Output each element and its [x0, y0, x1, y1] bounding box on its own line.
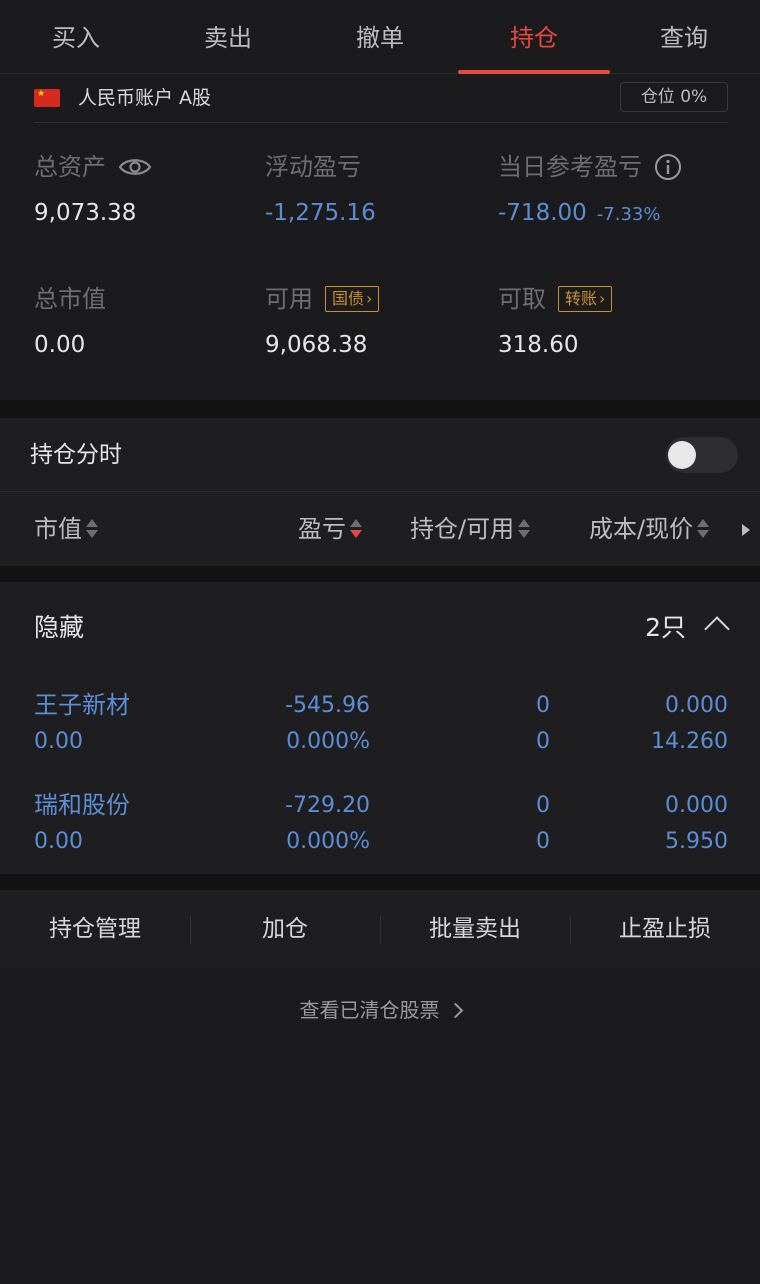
available-label: 可用: [265, 285, 313, 313]
sort-icon: [697, 518, 710, 540]
info-icon[interactable]: [654, 153, 682, 181]
section-separator: [0, 874, 760, 890]
sort-pnl[interactable]: 盈亏: [298, 514, 362, 544]
withdrawable-label: 可取: [498, 285, 546, 313]
chevron-right-icon: ›: [599, 289, 606, 308]
stock-cost: 0.000: [665, 793, 728, 818]
batch-sell-button[interactable]: 批量卖出: [380, 890, 570, 968]
chevron-up-icon[interactable]: [704, 616, 730, 642]
eye-icon[interactable]: [118, 156, 152, 178]
stock-pnl: -545.96: [285, 693, 370, 718]
tab-query[interactable]: 查询: [608, 0, 760, 74]
account-name: 人民币账户 A股: [78, 87, 212, 109]
stock-market-value: 0.00: [34, 729, 83, 754]
stock-available: 0: [536, 829, 550, 854]
floating-pnl-label: 浮动盈亏: [265, 153, 361, 181]
column-market-value-label: 市值: [34, 515, 82, 543]
account-row: ★ 人民币账户 A股 仓位 0%: [0, 74, 760, 122]
stock-holding: 0: [536, 693, 550, 718]
scroll-right-icon[interactable]: [742, 524, 750, 536]
tab-sell[interactable]: 卖出: [152, 0, 304, 74]
holdings-action-bar: 持仓管理 加仓 批量卖出 止盈止损: [0, 890, 760, 968]
sort-icon: [518, 518, 531, 540]
transfer-label: 转账: [565, 289, 598, 308]
column-holding-label: 持仓/可用: [410, 515, 515, 543]
stock-name: 王子新材: [34, 691, 130, 719]
table-row[interactable]: 瑞和股份 -729.20 0 0.000 0.00 0.000% 0 5.950: [0, 788, 760, 860]
view-cleared-stocks-link[interactable]: 查看已清仓股票: [0, 995, 760, 1025]
available-value: 9,068.38: [265, 332, 368, 358]
sort-cost[interactable]: 成本/现价: [589, 514, 710, 544]
tab-holdings[interactable]: 持仓: [458, 0, 610, 74]
market-value-value: 0.00: [34, 332, 86, 358]
toggle-knob: [668, 441, 696, 469]
chevron-right-icon: [447, 1002, 463, 1019]
tab-cancel[interactable]: 撤单: [304, 0, 456, 74]
holding-timeshare-toggle[interactable]: [666, 437, 738, 473]
view-cleared-stocks-label: 查看已清仓股票: [299, 998, 440, 1022]
stock-holding: 0: [536, 793, 550, 818]
stock-available: 0: [536, 729, 550, 754]
treasury-bond-label: 国债: [332, 289, 365, 308]
market-value-label: 总市值: [34, 285, 106, 313]
column-pnl-label: 盈亏: [298, 515, 346, 543]
stock-cost: 0.000: [665, 693, 728, 718]
floating-pnl-value: -1,275.16: [265, 200, 376, 226]
section-separator: [0, 566, 760, 582]
stock-pnl: -729.20: [285, 793, 370, 818]
withdrawable-value: 318.60: [498, 332, 579, 358]
available-stat: 可用 国债 › 9,068.38: [265, 284, 380, 360]
stock-price: 14.260: [651, 729, 728, 754]
divider: [34, 122, 728, 123]
chevron-right-icon: ›: [366, 289, 373, 308]
stock-market-value: 0.00: [34, 829, 83, 854]
total-assets-stat: 总资产 9,073.38: [34, 152, 152, 228]
table-row[interactable]: 王子新材 -545.96 0 0.000 0.00 0.000% 0 14.26…: [0, 688, 760, 760]
tab-buy[interactable]: 买入: [0, 0, 152, 74]
group-title: 隐藏: [34, 613, 85, 642]
position-badge: 仓位 0%: [620, 82, 728, 112]
withdrawable-stat: 可取 转账 › 318.60: [498, 284, 613, 360]
market-value-stat: 总市值 0.00: [34, 284, 106, 360]
manage-holdings-button[interactable]: 持仓管理: [0, 890, 190, 968]
daily-pnl-value: -718.00: [498, 200, 587, 226]
top-tab-bar: 买入 卖出 撤单 持仓 查询: [0, 0, 760, 74]
daily-pnl-pct: -7.33%: [596, 204, 661, 225]
daily-pnl-label: 当日参考盈亏: [498, 153, 642, 181]
floating-pnl-stat: 浮动盈亏 -1,275.16: [265, 152, 376, 228]
hidden-holdings-group: 隐藏 2只 王子新材 -545.96 0 0.000 0.00 0.000% 0…: [0, 582, 760, 874]
take-profit-stop-loss-button[interactable]: 止盈止损: [570, 890, 760, 968]
holdings-column-header: 市值 盈亏 持仓/可用 成本/现价: [0, 492, 760, 566]
section-separator: [0, 400, 760, 418]
stock-pnl-pct: 0.000%: [286, 729, 370, 754]
stock-name: 瑞和股份: [34, 791, 130, 819]
sort-icon: [86, 518, 98, 540]
sort-market-value[interactable]: 市值: [34, 514, 98, 544]
sort-desc-icon: [350, 518, 362, 540]
treasury-bond-button[interactable]: 国债 ›: [325, 286, 380, 312]
group-count: 2只: [645, 613, 686, 642]
holding-timeshare-row: 持仓分时: [0, 418, 760, 492]
stock-price: 5.950: [665, 829, 728, 854]
total-assets-label: 总资产: [34, 153, 106, 181]
add-position-button[interactable]: 加仓: [190, 890, 380, 968]
transfer-button[interactable]: 转账 ›: [558, 286, 613, 312]
sort-holding[interactable]: 持仓/可用: [410, 514, 531, 544]
holding-timeshare-label: 持仓分时: [30, 442, 122, 468]
daily-pnl-stat: 当日参考盈亏 -718.00 -7.33%: [498, 152, 682, 230]
column-cost-label: 成本/现价: [589, 515, 694, 543]
total-assets-value: 9,073.38: [34, 200, 137, 226]
stock-pnl-pct: 0.000%: [286, 829, 370, 854]
china-flag-icon: ★: [34, 89, 60, 107]
